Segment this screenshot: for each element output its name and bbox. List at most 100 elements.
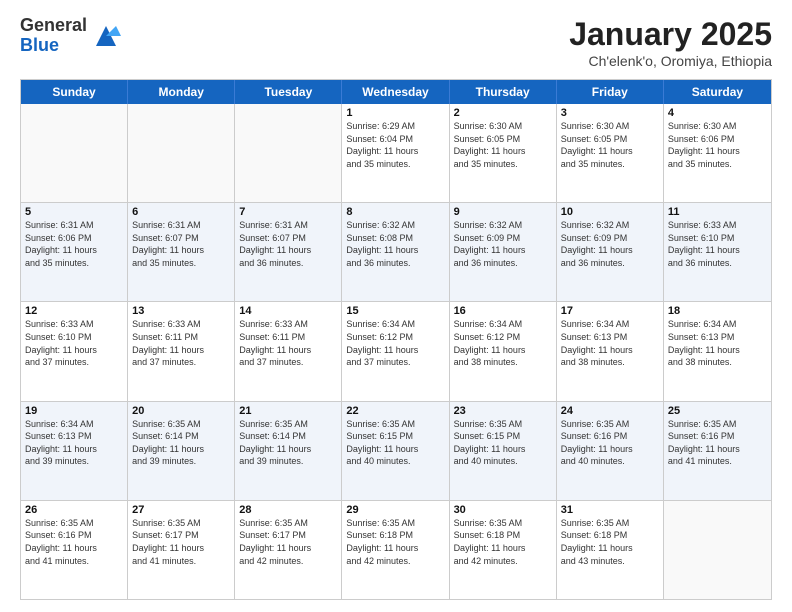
day-cell: 29Sunrise: 6:35 AM Sunset: 6:18 PM Dayli… [342,501,449,599]
day-cell: 12Sunrise: 6:33 AM Sunset: 6:10 PM Dayli… [21,302,128,400]
day-number: 26 [25,504,123,516]
day-info: Sunrise: 6:34 AM Sunset: 6:13 PM Dayligh… [25,418,123,468]
day-cell: 15Sunrise: 6:34 AM Sunset: 6:12 PM Dayli… [342,302,449,400]
day-info: Sunrise: 6:29 AM Sunset: 6:04 PM Dayligh… [346,120,444,170]
day-number: 3 [561,107,659,119]
day-cell: 13Sunrise: 6:33 AM Sunset: 6:11 PM Dayli… [128,302,235,400]
day-cell: 24Sunrise: 6:35 AM Sunset: 6:16 PM Dayli… [557,402,664,500]
month-title: January 2025 [569,16,772,53]
day-number: 12 [25,305,123,317]
day-number: 10 [561,206,659,218]
day-info: Sunrise: 6:35 AM Sunset: 6:14 PM Dayligh… [132,418,230,468]
day-cell: 4Sunrise: 6:30 AM Sunset: 6:06 PM Daylig… [664,104,771,202]
subtitle: Ch'elenk'o, Oromiya, Ethiopia [569,53,772,69]
day-info: Sunrise: 6:34 AM Sunset: 6:12 PM Dayligh… [346,318,444,368]
day-info: Sunrise: 6:35 AM Sunset: 6:18 PM Dayligh… [346,517,444,567]
week-row: 26Sunrise: 6:35 AM Sunset: 6:16 PM Dayli… [21,501,771,599]
day-number: 8 [346,206,444,218]
day-info: Sunrise: 6:30 AM Sunset: 6:05 PM Dayligh… [454,120,552,170]
day-info: Sunrise: 6:35 AM Sunset: 6:18 PM Dayligh… [454,517,552,567]
logo-text: General Blue [20,16,87,56]
day-number: 5 [25,206,123,218]
day-cell: 26Sunrise: 6:35 AM Sunset: 6:16 PM Dayli… [21,501,128,599]
day-info: Sunrise: 6:34 AM Sunset: 6:13 PM Dayligh… [561,318,659,368]
day-header-monday: Monday [128,80,235,104]
day-info: Sunrise: 6:33 AM Sunset: 6:10 PM Dayligh… [25,318,123,368]
day-cell: 19Sunrise: 6:34 AM Sunset: 6:13 PM Dayli… [21,402,128,500]
header: General Blue January 2025 Ch'elenk'o, Or… [20,16,772,69]
day-cell: 25Sunrise: 6:35 AM Sunset: 6:16 PM Dayli… [664,402,771,500]
day-cell: 17Sunrise: 6:34 AM Sunset: 6:13 PM Dayli… [557,302,664,400]
day-number: 17 [561,305,659,317]
day-number: 30 [454,504,552,516]
logo-general: General [20,16,87,36]
day-cell: 1Sunrise: 6:29 AM Sunset: 6:04 PM Daylig… [342,104,449,202]
day-info: Sunrise: 6:33 AM Sunset: 6:10 PM Dayligh… [668,219,767,269]
day-number: 2 [454,107,552,119]
day-number: 29 [346,504,444,516]
day-header-tuesday: Tuesday [235,80,342,104]
day-cell: 16Sunrise: 6:34 AM Sunset: 6:12 PM Dayli… [450,302,557,400]
day-info: Sunrise: 6:35 AM Sunset: 6:18 PM Dayligh… [561,517,659,567]
day-cell: 30Sunrise: 6:35 AM Sunset: 6:18 PM Dayli… [450,501,557,599]
day-header-sunday: Sunday [21,80,128,104]
day-number: 6 [132,206,230,218]
day-number: 22 [346,405,444,417]
day-info: Sunrise: 6:30 AM Sunset: 6:05 PM Dayligh… [561,120,659,170]
day-cell: 10Sunrise: 6:32 AM Sunset: 6:09 PM Dayli… [557,203,664,301]
day-info: Sunrise: 6:31 AM Sunset: 6:06 PM Dayligh… [25,219,123,269]
logo-blue: Blue [20,36,87,56]
day-cell: 9Sunrise: 6:32 AM Sunset: 6:09 PM Daylig… [450,203,557,301]
day-cell [128,104,235,202]
day-header-wednesday: Wednesday [342,80,449,104]
day-info: Sunrise: 6:35 AM Sunset: 6:14 PM Dayligh… [239,418,337,468]
week-row: 19Sunrise: 6:34 AM Sunset: 6:13 PM Dayli… [21,402,771,501]
day-number: 4 [668,107,767,119]
day-cell [664,501,771,599]
day-number: 21 [239,405,337,417]
day-number: 14 [239,305,337,317]
day-header-friday: Friday [557,80,664,104]
day-headers: SundayMondayTuesdayWednesdayThursdayFrid… [21,80,771,104]
day-info: Sunrise: 6:34 AM Sunset: 6:12 PM Dayligh… [454,318,552,368]
day-number: 11 [668,206,767,218]
day-info: Sunrise: 6:33 AM Sunset: 6:11 PM Dayligh… [132,318,230,368]
day-info: Sunrise: 6:33 AM Sunset: 6:11 PM Dayligh… [239,318,337,368]
week-row: 12Sunrise: 6:33 AM Sunset: 6:10 PM Dayli… [21,302,771,401]
logo-icon [91,21,121,51]
day-info: Sunrise: 6:31 AM Sunset: 6:07 PM Dayligh… [239,219,337,269]
day-info: Sunrise: 6:32 AM Sunset: 6:09 PM Dayligh… [561,219,659,269]
weeks: 1Sunrise: 6:29 AM Sunset: 6:04 PM Daylig… [21,104,771,599]
day-info: Sunrise: 6:35 AM Sunset: 6:17 PM Dayligh… [132,517,230,567]
day-header-thursday: Thursday [450,80,557,104]
day-cell: 20Sunrise: 6:35 AM Sunset: 6:14 PM Dayli… [128,402,235,500]
day-number: 28 [239,504,337,516]
day-info: Sunrise: 6:35 AM Sunset: 6:16 PM Dayligh… [561,418,659,468]
day-info: Sunrise: 6:31 AM Sunset: 6:07 PM Dayligh… [132,219,230,269]
day-cell [235,104,342,202]
day-number: 1 [346,107,444,119]
day-cell: 11Sunrise: 6:33 AM Sunset: 6:10 PM Dayli… [664,203,771,301]
week-row: 5Sunrise: 6:31 AM Sunset: 6:06 PM Daylig… [21,203,771,302]
day-cell: 2Sunrise: 6:30 AM Sunset: 6:05 PM Daylig… [450,104,557,202]
page: General Blue January 2025 Ch'elenk'o, Or… [0,0,792,612]
day-number: 31 [561,504,659,516]
week-row: 1Sunrise: 6:29 AM Sunset: 6:04 PM Daylig… [21,104,771,203]
day-cell: 22Sunrise: 6:35 AM Sunset: 6:15 PM Dayli… [342,402,449,500]
day-number: 25 [668,405,767,417]
day-number: 18 [668,305,767,317]
day-info: Sunrise: 6:35 AM Sunset: 6:15 PM Dayligh… [454,418,552,468]
day-cell: 14Sunrise: 6:33 AM Sunset: 6:11 PM Dayli… [235,302,342,400]
day-info: Sunrise: 6:34 AM Sunset: 6:13 PM Dayligh… [668,318,767,368]
day-cell: 28Sunrise: 6:35 AM Sunset: 6:17 PM Dayli… [235,501,342,599]
day-number: 24 [561,405,659,417]
day-number: 23 [454,405,552,417]
day-cell: 31Sunrise: 6:35 AM Sunset: 6:18 PM Dayli… [557,501,664,599]
day-info: Sunrise: 6:30 AM Sunset: 6:06 PM Dayligh… [668,120,767,170]
calendar: SundayMondayTuesdayWednesdayThursdayFrid… [20,79,772,600]
day-info: Sunrise: 6:32 AM Sunset: 6:09 PM Dayligh… [454,219,552,269]
day-cell: 8Sunrise: 6:32 AM Sunset: 6:08 PM Daylig… [342,203,449,301]
day-cell: 7Sunrise: 6:31 AM Sunset: 6:07 PM Daylig… [235,203,342,301]
day-number: 9 [454,206,552,218]
day-cell: 5Sunrise: 6:31 AM Sunset: 6:06 PM Daylig… [21,203,128,301]
